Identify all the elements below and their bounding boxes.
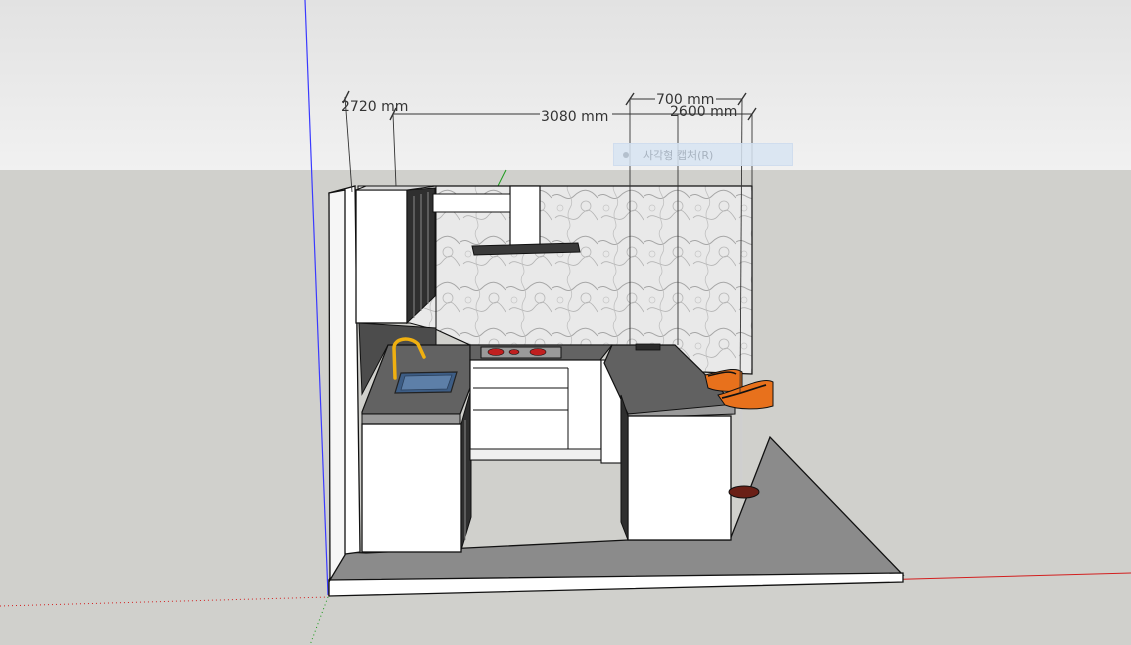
dimension-width-label: 3080 mm [541,109,608,125]
model-viewport[interactable]: 2720 mm 3080 mm 700 mm 2600 mm 사각형 캡처(R) [0,0,1131,645]
burner-1 [487,348,505,356]
peninsula-side [620,394,629,541]
sky [0,0,1131,170]
left-wall-front [328,189,346,583]
dimension-height-label: 2720 mm [341,99,408,115]
upper-cabinet [355,189,408,324]
capture-tooltip-label: 사각형 캡처(R) [643,148,714,162]
capture-dot-icon [623,151,629,158]
peninsula-base [627,415,732,541]
small-appliance [635,343,661,351]
scene-canvas[interactable]: 2720 mm 3080 mm 700 mm 2600 mm [0,0,1131,645]
burner-2 [508,349,520,355]
dimension-depth-label: 2600 mm [670,104,737,120]
range-hood-panel [432,193,511,213]
range-hood-duct [509,185,541,249]
burner-3 [529,348,547,356]
rectangle-capture-tooltip[interactable]: 사각형 캡처(R) [613,143,793,166]
left-countertop-edge [361,413,461,425]
plinth [469,448,602,461]
sink-basin [400,374,453,391]
left-base-cabinet [361,423,462,553]
